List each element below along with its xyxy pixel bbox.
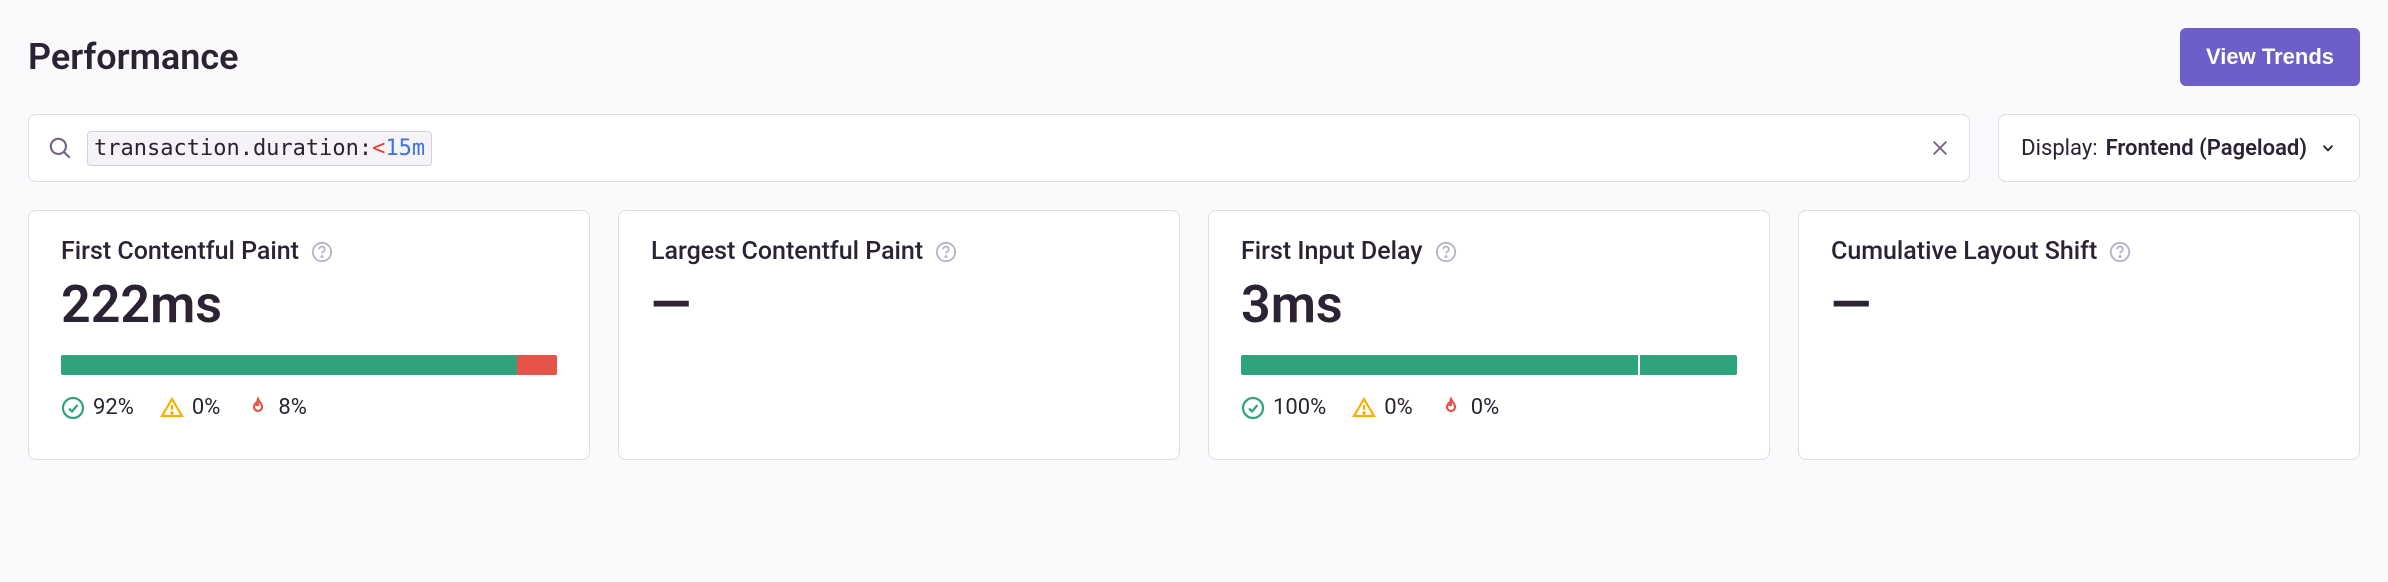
check-circle-icon bbox=[61, 396, 85, 420]
card-fid: First Input Delay 3ms 100% bbox=[1208, 210, 1770, 460]
card-value: 222ms bbox=[61, 276, 557, 333]
display-select[interactable]: Display: Frontend (Pageload) bbox=[1998, 114, 2360, 182]
stat-meh: 0% bbox=[1352, 395, 1412, 420]
bar-good-segment bbox=[1241, 355, 1737, 375]
search-token[interactable]: transaction.duration:<15m bbox=[87, 131, 432, 166]
stat-bad: 8% bbox=[246, 395, 306, 420]
fire-icon bbox=[246, 396, 270, 420]
warning-icon bbox=[160, 396, 184, 420]
bar-bad-segment bbox=[517, 355, 557, 375]
card-value: — bbox=[1831, 276, 2327, 333]
bar-good-segment bbox=[61, 355, 517, 375]
help-icon[interactable] bbox=[935, 241, 957, 263]
check-circle-icon bbox=[1241, 396, 1265, 420]
vitals-bar bbox=[1241, 355, 1737, 375]
page-title: Performance bbox=[28, 36, 239, 78]
card-value: 3ms bbox=[1241, 276, 1737, 333]
search-icon bbox=[47, 135, 73, 161]
warning-icon bbox=[1352, 396, 1376, 420]
card-cls: Cumulative Layout Shift — bbox=[1798, 210, 2360, 460]
vitals-bar bbox=[61, 355, 557, 375]
search-input[interactable]: transaction.duration:<15m bbox=[28, 114, 1970, 182]
stat-good: 100% bbox=[1241, 395, 1326, 420]
fire-icon bbox=[1439, 396, 1463, 420]
bar-threshold-marker bbox=[1638, 355, 1640, 375]
clear-search-icon[interactable] bbox=[1929, 137, 1951, 159]
card-title: First Contentful Paint bbox=[61, 237, 299, 266]
stat-meh: 0% bbox=[160, 395, 220, 420]
display-label: Display: bbox=[2021, 136, 2097, 161]
stat-good: 92% bbox=[61, 395, 134, 420]
view-trends-button[interactable]: View Trends bbox=[2180, 28, 2360, 86]
help-icon[interactable] bbox=[2109, 241, 2131, 263]
card-lcp: Largest Contentful Paint — bbox=[618, 210, 1180, 460]
stat-bad: 0% bbox=[1439, 395, 1499, 420]
help-icon[interactable] bbox=[311, 241, 333, 263]
display-value: Frontend (Pageload) bbox=[2106, 136, 2307, 161]
chevron-down-icon bbox=[2319, 139, 2337, 157]
card-title: First Input Delay bbox=[1241, 237, 1423, 266]
card-title: Cumulative Layout Shift bbox=[1831, 237, 2097, 266]
help-icon[interactable] bbox=[1435, 241, 1457, 263]
card-title: Largest Contentful Paint bbox=[651, 237, 923, 266]
card-value: — bbox=[651, 276, 1147, 333]
card-fcp: First Contentful Paint 222ms 92% bbox=[28, 210, 590, 460]
